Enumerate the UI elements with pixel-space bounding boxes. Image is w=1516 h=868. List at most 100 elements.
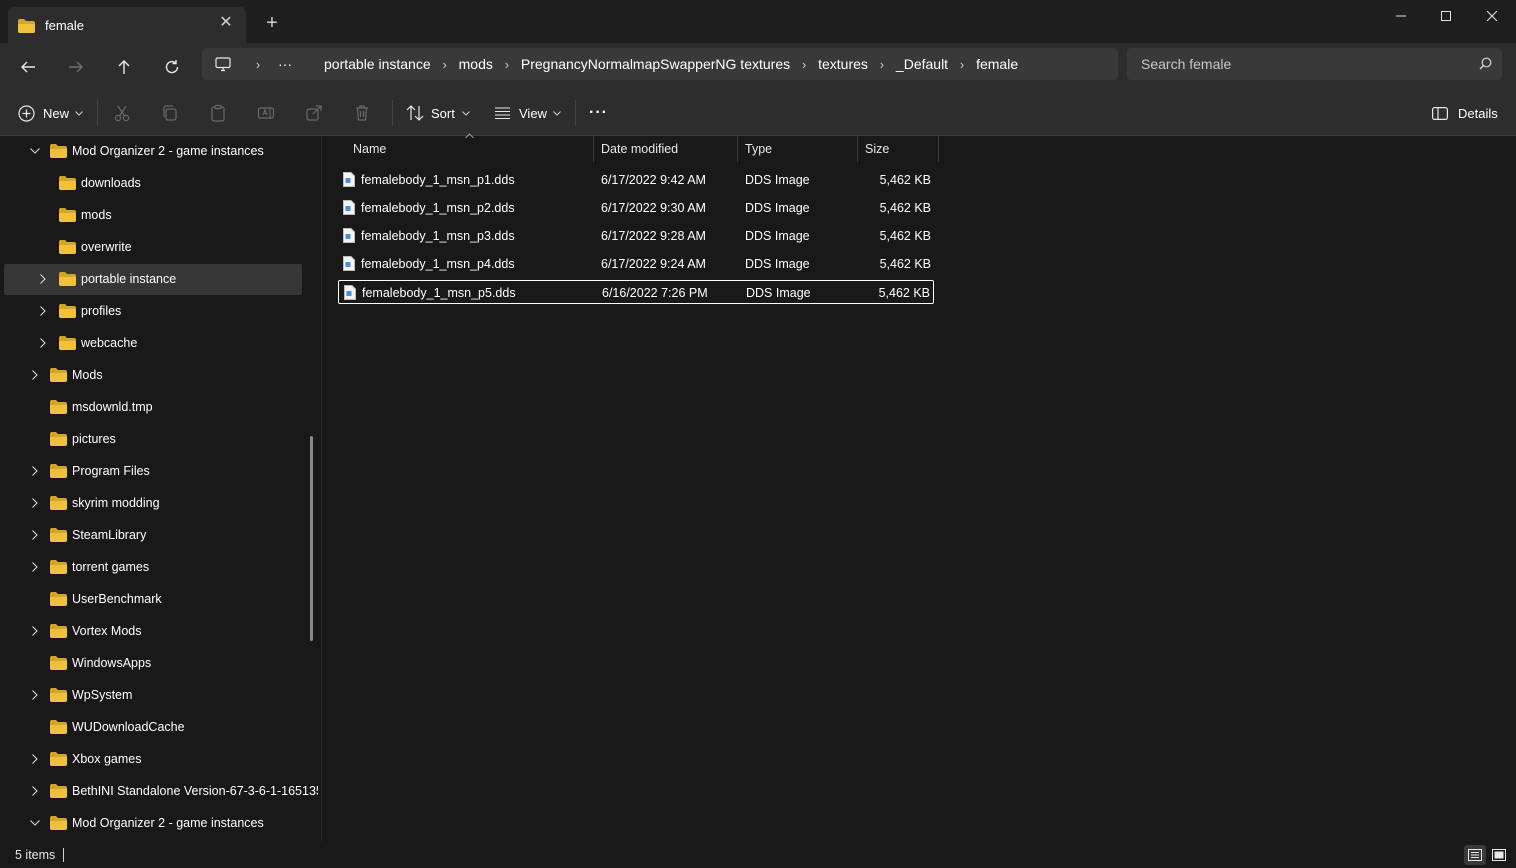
item-count: 5 items — [15, 848, 56, 862]
new-label: New — [43, 105, 70, 121]
paste-button[interactable] — [209, 102, 227, 124]
file-row[interactable]: femalebody_1_msn_p3.dds 6/17/2022 9:28 AM… — [338, 224, 934, 248]
sidebar-item-userbenchmark[interactable]: UserBenchmark — [4, 584, 302, 615]
chevron-right-icon[interactable] — [29, 465, 41, 477]
chevron-right-icon[interactable]: › — [948, 57, 976, 72]
view-label: View — [519, 105, 547, 121]
chevron-down-icon[interactable] — [29, 817, 41, 829]
folder-icon — [50, 496, 67, 510]
chevron-right-icon[interactable]: › — [868, 57, 896, 72]
toolbar-separator — [575, 100, 576, 126]
sort-button[interactable]: Sort — [406, 102, 470, 124]
rename-button[interactable] — [257, 102, 275, 124]
sidebar-item-portable-instance[interactable]: portable instance — [4, 264, 302, 295]
delete-button[interactable] — [353, 102, 371, 124]
breadcrumb-mods[interactable]: mods — [459, 56, 493, 72]
sidebar-scrollbar[interactable] — [310, 436, 313, 641]
this-pc-button[interactable] — [202, 56, 244, 72]
sidebar-item-msdownld-tmp[interactable]: msdownld.tmp — [4, 392, 302, 423]
forward-button[interactable] — [61, 52, 91, 82]
column-header-type[interactable]: Type — [738, 136, 858, 162]
sidebar-item-mods[interactable]: Mods — [4, 360, 302, 391]
chevron-right-icon[interactable] — [29, 497, 41, 509]
new-button[interactable]: New — [18, 102, 83, 124]
chevron-right-icon[interactable] — [29, 369, 41, 381]
trash-icon — [356, 105, 368, 121]
sort-label: Sort — [431, 105, 455, 121]
minimize-button[interactable] — [1378, 4, 1424, 28]
file-row[interactable]: femalebody_1_msn_p2.dds 6/17/2022 9:30 AM… — [338, 196, 934, 220]
chevron-right-icon[interactable] — [29, 561, 41, 573]
search-input[interactable]: Search female — [1127, 48, 1502, 80]
sidebar-item-wpsystem[interactable]: WpSystem — [4, 680, 302, 711]
chevron-right-icon[interactable] — [37, 305, 49, 317]
breadcrumb-portable-instance[interactable]: portable instance — [324, 56, 431, 72]
maximize-button[interactable] — [1423, 4, 1469, 28]
chevron-right-icon[interactable] — [29, 625, 41, 637]
sidebar-item-steamlibrary[interactable]: SteamLibrary — [4, 520, 302, 551]
see-more-button[interactable]: ··· — [589, 102, 608, 124]
chevron-right-icon[interactable] — [29, 529, 41, 541]
breadcrumb-female[interactable]: female — [976, 56, 1018, 72]
up-button[interactable] — [109, 52, 139, 82]
close-tab-button[interactable]: ✕ — [218, 15, 234, 31]
folder-icon — [50, 528, 67, 542]
chevron-right-icon[interactable] — [29, 753, 41, 765]
new-tab-button[interactable]: + — [262, 13, 282, 34]
chevron-right-icon[interactable] — [29, 785, 41, 797]
file-type: DDS Image — [746, 286, 811, 300]
view-button[interactable]: View — [494, 102, 561, 124]
command-bar: New Sort View ··· Details — [0, 90, 1516, 136]
large-icons-view-button[interactable] — [1488, 845, 1510, 865]
sidebar-item-program-files[interactable]: Program Files — [4, 456, 302, 487]
details-pane-button[interactable]: Details — [1432, 102, 1498, 124]
sidebar-item-mod-organizer-2-game-instances[interactable]: Mod Organizer 2 - game instances — [4, 136, 302, 167]
copy-button[interactable] — [161, 102, 179, 124]
column-header-name[interactable]: Name — [346, 136, 594, 162]
search-placeholder: Search female — [1141, 56, 1232, 72]
breadcrumb-pregnancy-textures[interactable]: PregnancyNormalmapSwapperNG textures — [521, 56, 790, 72]
sidebar-item-xbox-games[interactable]: Xbox games — [4, 744, 302, 775]
close-window-button[interactable] — [1469, 4, 1515, 28]
sidebar-item-vortex-mods[interactable]: Vortex Mods — [4, 616, 302, 647]
share-button[interactable] — [305, 102, 323, 124]
column-header-size[interactable]: Size — [858, 136, 939, 162]
refresh-icon — [165, 60, 179, 74]
chevron-right-icon[interactable] — [37, 337, 49, 349]
file-row[interactable]: femalebody_1_msn_p1.dds 6/17/2022 9:42 AM… — [338, 168, 934, 192]
back-button[interactable] — [13, 52, 43, 82]
cut-button[interactable] — [113, 102, 131, 124]
search-icon[interactable] — [1479, 57, 1492, 70]
sidebar-item-webcache[interactable]: webcache — [4, 328, 302, 359]
sidebar-item-bethini-standalone-version-67-3-6-1-165135[interactable]: BethINI Standalone Version-67-3-6-1-1651… — [4, 776, 318, 807]
tab-female[interactable]: female ✕ — [8, 7, 246, 44]
file-type: DDS Image — [745, 173, 810, 187]
chevron-right-icon[interactable]: › — [431, 57, 459, 72]
sidebar-item-pictures[interactable]: pictures — [4, 424, 302, 455]
chevron-down-icon[interactable] — [29, 145, 41, 157]
sidebar-item-windowsapps[interactable]: WindowsApps — [4, 648, 302, 679]
sidebar-item-mods[interactable]: mods — [4, 200, 302, 231]
sidebar-item-overwrite[interactable]: overwrite — [4, 232, 302, 263]
details-view-button[interactable] — [1464, 845, 1486, 865]
sidebar-item-mod-organizer-2-game-instances[interactable]: Mod Organizer 2 - game instances — [4, 808, 302, 839]
file-row[interactable]: femalebody_1_msn_p4.dds 6/17/2022 9:24 AM… — [338, 252, 934, 276]
more-locations-button[interactable]: ··· — [272, 56, 298, 72]
chevron-right-icon[interactable] — [29, 689, 41, 701]
chevron-right-icon[interactable]: › — [790, 57, 818, 72]
breadcrumb-textures[interactable]: textures — [818, 56, 868, 72]
sidebar-item-torrent-games[interactable]: torrent games — [4, 552, 302, 583]
refresh-button[interactable] — [157, 52, 187, 82]
column-header-date-modified[interactable]: Date modified — [594, 136, 738, 162]
address-bar[interactable]: › ··· portable instance › mods › Pregnan… — [202, 48, 1118, 80]
navigation-bar: › ··· portable instance › mods › Pregnan… — [0, 44, 1516, 90]
sidebar-item-downloads[interactable]: downloads — [4, 168, 302, 199]
file-date-modified: 6/17/2022 9:30 AM — [601, 201, 706, 215]
chevron-right-icon[interactable] — [37, 273, 49, 285]
file-row[interactable]: femalebody_1_msn_p5.dds 6/16/2022 7:26 PM… — [338, 280, 934, 304]
chevron-right-icon[interactable]: › — [493, 57, 521, 72]
breadcrumb-default[interactable]: _Default — [896, 56, 948, 72]
sidebar-item-wudownloadcache[interactable]: WUDownloadCache — [4, 712, 302, 743]
sidebar-item-skyrim-modding[interactable]: skyrim modding — [4, 488, 302, 519]
sidebar-item-profiles[interactable]: profiles — [4, 296, 302, 327]
